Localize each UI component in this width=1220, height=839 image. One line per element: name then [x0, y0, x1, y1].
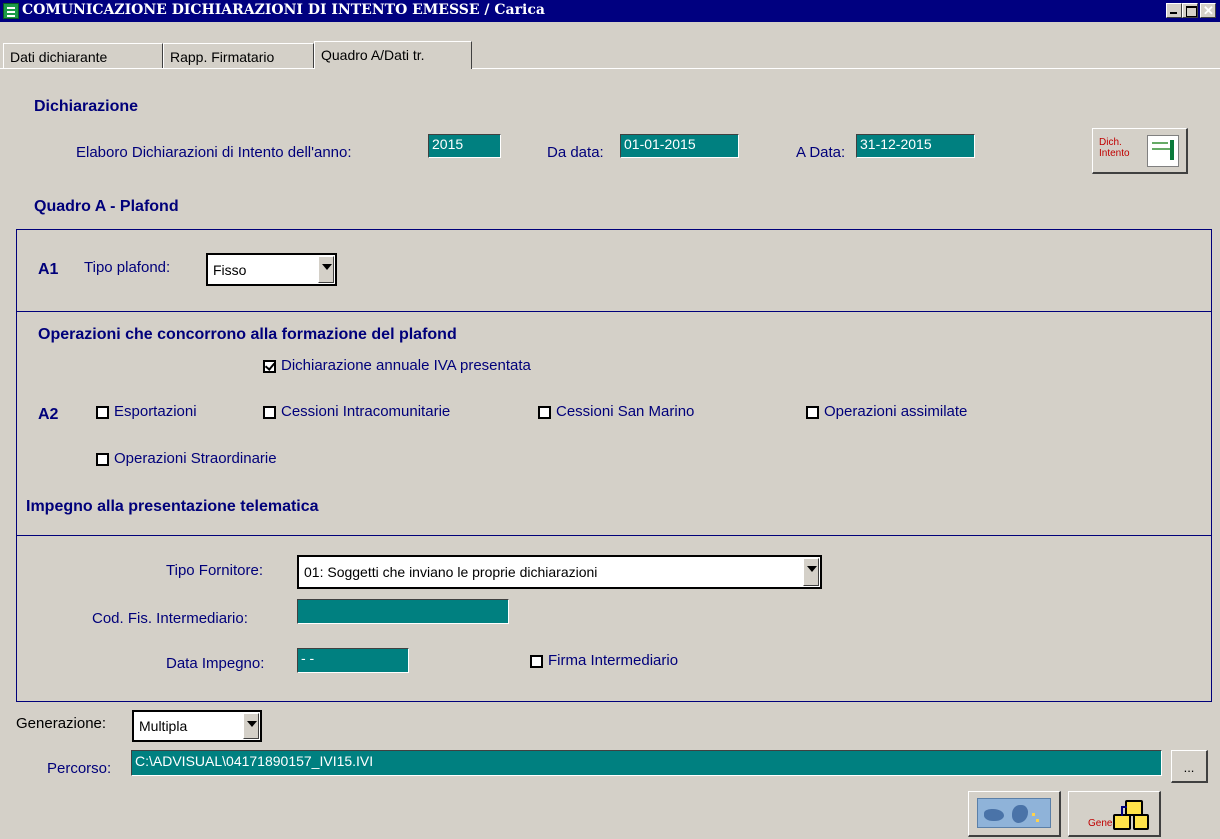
genera-button[interactable]: Genera: [1068, 791, 1161, 837]
percorso-label: Percorso:: [47, 760, 112, 777]
cod-fis-label: Cod. Fis. Intermediario:: [92, 610, 248, 627]
tipo-plafond-select[interactable]: Fisso: [206, 253, 337, 286]
tipo-plafond-value: Fisso: [213, 262, 247, 278]
operazioni-heading: Operazioni che concorrono alla formazion…: [38, 326, 457, 343]
frame-divider-1: [16, 311, 1212, 312]
maximize-icon: [1186, 6, 1197, 17]
dich-line2: Intento: [1099, 148, 1130, 159]
quadro-a-heading: Quadro A - Plafond: [34, 198, 179, 215]
document-icon: [1147, 135, 1179, 167]
operazioni-assimilate-checkbox[interactable]: [806, 406, 819, 419]
a-data-field[interactable]: 31-12-2015: [856, 134, 975, 158]
anno-label: Elaboro Dichiarazioni di Intento dell'an…: [76, 144, 352, 161]
esportazioni-label: Esportazioni: [114, 403, 197, 420]
minimize-button[interactable]: [1166, 3, 1182, 18]
data-impegno-field[interactable]: - -: [297, 648, 409, 673]
a1-code: A1: [38, 261, 59, 278]
cessioni-intracomunitarie-checkbox[interactable]: [263, 406, 276, 419]
esportazioni-checkbox[interactable]: [96, 406, 109, 419]
da-data-label: Da data:: [547, 144, 604, 161]
world-map-button[interactable]: [968, 791, 1061, 837]
a2-code: A2: [38, 406, 59, 423]
cessioni-san-marino-label: Cessioni San Marino: [556, 403, 695, 420]
tab-rapp-firmatario[interactable]: Rapp. Firmatario: [163, 43, 314, 69]
generazione-value: Multipla: [139, 718, 188, 734]
percorso-field[interactable]: C:\ADVISUAL\04171890157_IVI15.IVI: [131, 750, 1162, 776]
tab-quadro-a[interactable]: Quadro A/Dati tr.: [314, 41, 472, 69]
frame-divider-2: [16, 535, 1212, 536]
chevron-down-icon[interactable]: [243, 713, 259, 739]
tab-baseline-right: [472, 68, 1220, 69]
world-map-icon: [977, 798, 1051, 828]
firma-intermediario-checkbox[interactable]: [530, 655, 543, 668]
cessioni-intracomunitarie-label: Cessioni Intracomunitarie: [281, 403, 451, 420]
app-icon: [3, 3, 19, 19]
chevron-down-icon[interactable]: [803, 558, 819, 586]
operazioni-straordinarie-checkbox[interactable]: [96, 453, 109, 466]
tipo-plafond-label: Tipo plafond:: [84, 259, 171, 276]
chevron-down-icon[interactable]: [318, 256, 334, 283]
maximize-button[interactable]: [1182, 3, 1198, 18]
close-button[interactable]: ✕: [1200, 3, 1216, 18]
tipo-fornitore-label: Tipo Fornitore:: [166, 562, 263, 579]
folders-icon: [1113, 800, 1149, 830]
dich-intento-icon-text: Dich. Intento: [1099, 137, 1130, 159]
dich-line1: Dich.: [1099, 137, 1122, 148]
dich-intento-button[interactable]: Dich. Intento: [1092, 128, 1188, 174]
title-bar: COMUNICAZIONE DICHIARAZIONI DI INTENTO E…: [0, 0, 1220, 22]
minimize-icon: [1170, 12, 1177, 14]
generazione-select[interactable]: Multipla: [132, 710, 262, 742]
tipo-fornitore-value: 01: Soggetti che inviano le proprie dich…: [304, 564, 598, 580]
cessioni-san-marino-checkbox[interactable]: [538, 406, 551, 419]
tipo-fornitore-select[interactable]: 01: Soggetti che inviano le proprie dich…: [297, 555, 822, 589]
firma-intermediario-label: Firma Intermediario: [548, 652, 679, 669]
da-data-field[interactable]: 01-01-2015: [620, 134, 739, 158]
dichiarazione-heading: Dichiarazione: [34, 98, 139, 115]
window-title: COMUNICAZIONE DICHIARAZIONI DI INTENTO E…: [22, 2, 545, 18]
data-impegno-label: Data Impegno:: [166, 655, 265, 672]
operazioni-straordinarie-label: Operazioni Straordinarie: [114, 450, 277, 467]
close-icon: ✕: [1203, 3, 1214, 18]
anno-field[interactable]: 2015: [428, 134, 501, 158]
operazioni-assimilate-label: Operazioni assimilate: [824, 403, 968, 420]
impegno-heading: Impegno alla presentazione telematica: [26, 498, 319, 515]
a-data-label: A Data:: [796, 144, 846, 161]
generazione-label: Generazione:: [16, 715, 107, 732]
tab-baseline-left: [0, 68, 314, 69]
cod-fis-field[interactable]: [297, 599, 509, 624]
dichiarazione-annuale-label: Dichiarazione annuale IVA presentata: [281, 357, 531, 374]
tab-dati-dichiarante[interactable]: Dati dichiarante: [3, 43, 163, 69]
browse-button[interactable]: ...: [1171, 750, 1208, 783]
dichiarazione-annuale-checkbox[interactable]: [263, 360, 276, 373]
